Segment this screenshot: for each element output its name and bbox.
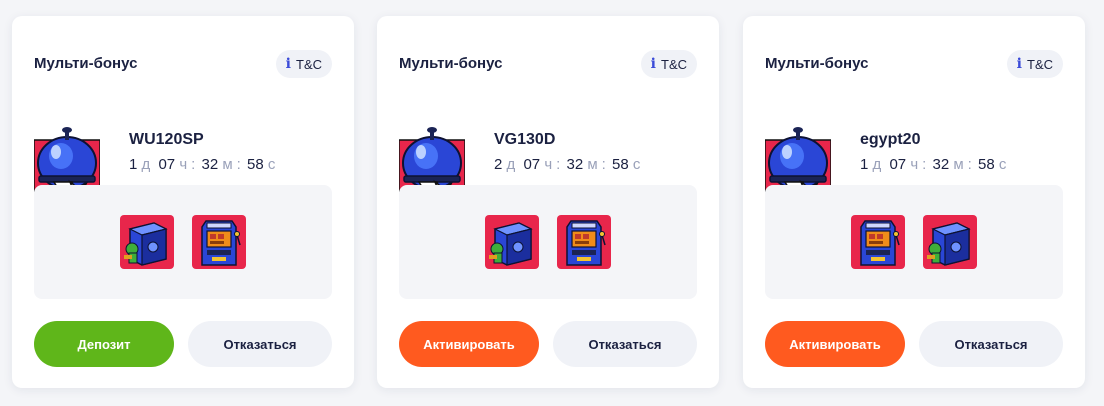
bonus-card: Мульти-бонус i T&C WU120SP 1 д 07 ч: 32 …: [12, 16, 354, 388]
arcade-slot-icon[interactable]: [192, 215, 246, 269]
timer-days: 2: [494, 156, 503, 173]
decline-button[interactable]: Отказаться: [188, 321, 332, 367]
info-icon: i: [650, 56, 656, 72]
countdown-timer: 1 д 07 ч: 32 м: 58 с: [129, 156, 279, 173]
timer-separator: :: [922, 156, 927, 173]
timer-separator: :: [601, 156, 606, 173]
info-icon: i: [285, 56, 291, 72]
timer-days: 1: [860, 156, 869, 173]
games-panel: [765, 185, 1063, 299]
terms-label: T&C: [296, 56, 322, 72]
timer-seconds-unit: с: [632, 156, 641, 173]
timer-minutes-unit: м: [953, 156, 964, 173]
bonus-code: VG130D: [494, 131, 556, 148]
terms-button[interactable]: i T&C: [640, 50, 697, 78]
arcade-slot-icon[interactable]: [851, 215, 905, 269]
activate-button[interactable]: Активировать: [765, 321, 905, 367]
decline-button[interactable]: Отказаться: [553, 321, 697, 367]
timer-hours-unit: ч: [544, 156, 553, 173]
terms-button[interactable]: i T&C: [1006, 50, 1063, 78]
safe-slot-icon[interactable]: [485, 215, 539, 269]
card-title: Мульти-бонус: [399, 55, 503, 72]
bonus-card: Мульти-бонус i T&C egypt20 1 д 07 ч: 32 …: [743, 16, 1085, 388]
bonus-card: Мульти-бонус i T&C VG130D 2 д 07 ч: 32 м…: [377, 16, 719, 388]
timer-hours-unit: ч: [179, 156, 188, 173]
safe-slot-icon[interactable]: [923, 215, 977, 269]
timer-days-unit: д: [141, 156, 151, 173]
arcade-slot-icon[interactable]: [557, 215, 611, 269]
bonus-code: egypt20: [860, 131, 921, 148]
terms-button[interactable]: i T&C: [275, 50, 332, 78]
timer-seconds: 58: [612, 156, 629, 173]
timer-minutes: 32: [201, 156, 219, 173]
timer-days: 1: [129, 156, 138, 173]
bonus-code: WU120SP: [129, 131, 204, 148]
timer-minutes: 32: [566, 156, 584, 173]
timer-separator: :: [191, 156, 196, 173]
decline-button[interactable]: Отказаться: [919, 321, 1063, 367]
card-title: Мульти-бонус: [765, 55, 869, 72]
games-panel: [399, 185, 697, 299]
timer-seconds: 58: [978, 156, 995, 173]
timer-minutes-unit: м: [222, 156, 233, 173]
cloche-icon: [399, 126, 465, 192]
card-title: Мульти-бонус: [34, 55, 138, 72]
countdown-timer: 2 д 07 ч: 32 м: 58 с: [494, 156, 644, 173]
activate-button[interactable]: Активировать: [399, 321, 539, 367]
timer-hours: 07: [523, 156, 541, 173]
timer-hours-unit: ч: [910, 156, 919, 173]
terms-label: T&C: [661, 56, 687, 72]
safe-slot-icon[interactable]: [120, 215, 174, 269]
timer-days-unit: д: [506, 156, 516, 173]
timer-separator: :: [556, 156, 561, 173]
games-panel: [34, 185, 332, 299]
countdown-timer: 1 д 07 ч: 32 м: 58 с: [860, 156, 1010, 173]
timer-seconds: 58: [247, 156, 264, 173]
timer-minutes: 32: [932, 156, 950, 173]
terms-label: T&C: [1027, 56, 1053, 72]
deposit-button[interactable]: Депозит: [34, 321, 174, 367]
cloche-icon: [765, 126, 831, 192]
timer-separator: :: [236, 156, 241, 173]
timer-seconds-unit: с: [267, 156, 276, 173]
timer-hours: 07: [158, 156, 176, 173]
timer-seconds-unit: с: [998, 156, 1007, 173]
cloche-icon: [34, 126, 100, 192]
timer-separator: :: [967, 156, 972, 173]
timer-days-unit: д: [872, 156, 882, 173]
timer-hours: 07: [889, 156, 907, 173]
timer-minutes-unit: м: [587, 156, 598, 173]
info-icon: i: [1016, 56, 1022, 72]
